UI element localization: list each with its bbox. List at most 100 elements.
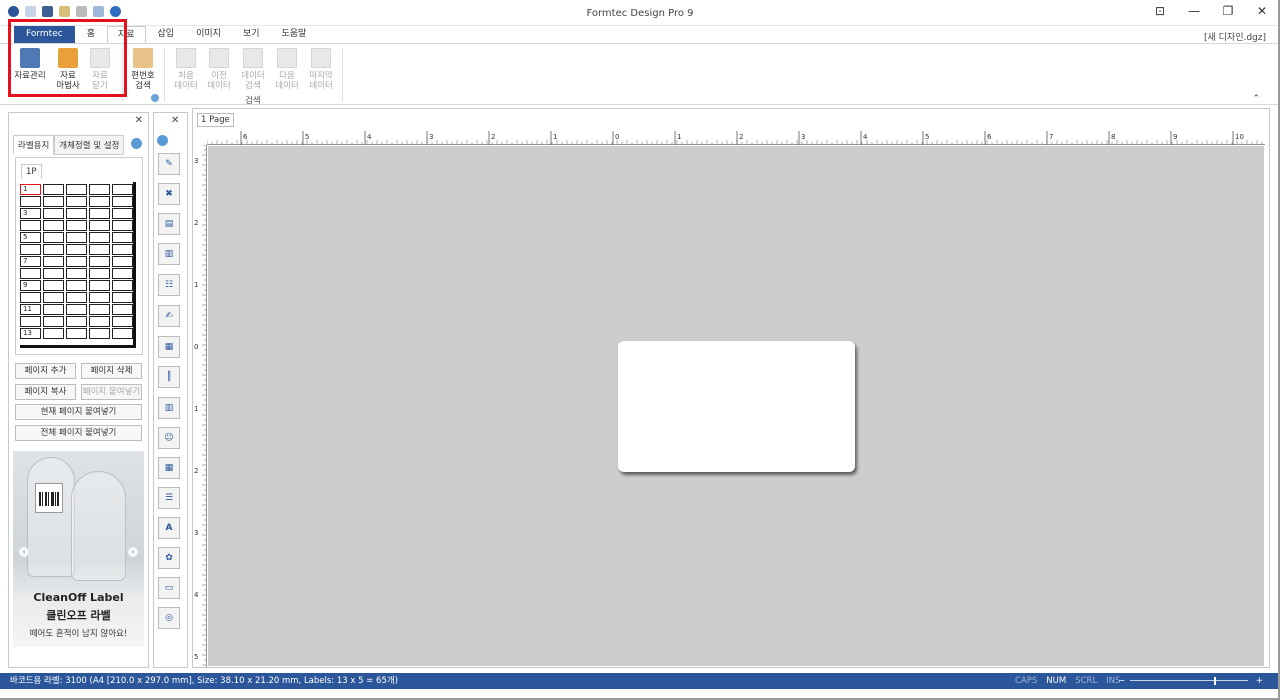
clipart-icon[interactable]: ✿: [158, 547, 180, 569]
tab-object-align[interactable]: 개체정렬 및 설정: [54, 135, 125, 155]
text-icon[interactable]: A: [158, 517, 180, 539]
label-cell[interactable]: 9: [20, 280, 41, 291]
serial-search-button[interactable]: 편번호 검색: [126, 48, 160, 91]
ad-banner[interactable]: ‹ › CleanOff Label 클린오프 라벨 떼어도 흔적이 남지 않아…: [13, 451, 144, 647]
ribbon-display-icon[interactable]: ⊡: [1152, 4, 1168, 18]
label-cell[interactable]: [66, 292, 87, 303]
copy-page-button[interactable]: 페이지 복사: [15, 384, 76, 400]
label-cell[interactable]: [89, 184, 110, 195]
label-cell[interactable]: [89, 316, 110, 327]
label-cell[interactable]: [43, 328, 64, 339]
page-tab[interactable]: 1 Page: [197, 113, 234, 127]
close-icon[interactable]: ✕: [135, 115, 143, 126]
close-button[interactable]: ✕: [1254, 4, 1270, 18]
label-cell[interactable]: [20, 196, 41, 207]
label-cell[interactable]: 5: [20, 232, 41, 243]
tab-image[interactable]: 이미지: [186, 26, 231, 43]
page-tag[interactable]: 1P: [21, 164, 42, 179]
user-image-icon[interactable]: ☺: [158, 427, 180, 449]
text-edit-icon[interactable]: ✍: [158, 305, 180, 327]
restore-button[interactable]: ❐: [1220, 4, 1236, 18]
label-cell[interactable]: 3: [20, 208, 41, 219]
label-cell[interactable]: [20, 220, 41, 231]
cd-label-icon[interactable]: ◎: [158, 607, 180, 629]
last-data-button[interactable]: 마지막 데이터: [304, 48, 338, 91]
label-cell[interactable]: [43, 280, 64, 291]
label-cell[interactable]: [66, 220, 87, 231]
label-cell[interactable]: [112, 292, 133, 303]
label-cell[interactable]: [43, 232, 64, 243]
label-cell[interactable]: [66, 244, 87, 255]
picture-icon[interactable]: ▭: [158, 577, 180, 599]
ad-prev-icon[interactable]: ‹: [19, 547, 29, 557]
label-cell[interactable]: [66, 304, 87, 315]
label-design-area[interactable]: [618, 341, 855, 472]
label-cell[interactable]: [66, 232, 87, 243]
tab-view[interactable]: 보기: [233, 26, 270, 43]
vertical-text-icon[interactable]: ▥: [158, 243, 180, 265]
label-cell[interactable]: [43, 220, 64, 231]
label-cell[interactable]: [43, 268, 64, 279]
zoom-out-icon[interactable]: −: [1118, 673, 1125, 689]
label-cell[interactable]: [43, 184, 64, 195]
label-cell[interactable]: [112, 280, 133, 291]
label-cell[interactable]: [89, 244, 110, 255]
barcode-2-icon[interactable]: ▥: [158, 397, 180, 419]
label-cell[interactable]: [112, 208, 133, 219]
add-page-button[interactable]: 페이지 추가: [15, 363, 76, 379]
select-tool-icon[interactable]: ✎: [158, 153, 180, 175]
label-cell[interactable]: [43, 244, 64, 255]
label-cell[interactable]: [66, 328, 87, 339]
paste-page-button[interactable]: 페이지 붙여넣기: [81, 384, 142, 400]
label-cell[interactable]: [66, 196, 87, 207]
label-cell[interactable]: [89, 280, 110, 291]
label-cell[interactable]: [89, 232, 110, 243]
minimize-button[interactable]: —: [1186, 4, 1202, 18]
delete-object-icon[interactable]: ✖: [158, 183, 180, 205]
label-cell[interactable]: [20, 244, 41, 255]
delete-page-button[interactable]: 페이지 삭제: [81, 363, 142, 379]
group-launcher-icon[interactable]: [151, 94, 159, 102]
label-cell[interactable]: [66, 208, 87, 219]
label-cell[interactable]: [89, 328, 110, 339]
label-cell[interactable]: [66, 184, 87, 195]
label-cell[interactable]: [112, 244, 133, 255]
label-cell[interactable]: [66, 256, 87, 267]
label-cell[interactable]: 7: [20, 256, 41, 267]
next-data-button[interactable]: 다음 데이터: [270, 48, 304, 91]
paste-all-pages-button[interactable]: 전체 페이지 붙여넣기: [15, 425, 142, 441]
label-cell[interactable]: [66, 316, 87, 327]
zoom-in-icon[interactable]: +: [1256, 673, 1263, 689]
label-cell[interactable]: [89, 196, 110, 207]
label-cell[interactable]: [112, 232, 133, 243]
label-cell[interactable]: [66, 268, 87, 279]
label-cell[interactable]: [89, 208, 110, 219]
tab-label-paper[interactable]: 라벨용지: [13, 135, 55, 155]
canvas[interactable]: [208, 146, 1264, 666]
label-cell[interactable]: [43, 292, 64, 303]
toolbar-info-icon[interactable]: [157, 135, 168, 146]
label-cell[interactable]: [112, 316, 133, 327]
label-cell[interactable]: [20, 268, 41, 279]
paste-current-page-button[interactable]: 현재 페이지 붙여넣기: [15, 404, 142, 420]
label-cell[interactable]: [89, 256, 110, 267]
tab-help[interactable]: 도움말: [272, 26, 317, 43]
data-search-button[interactable]: 데이터 검색: [236, 48, 270, 91]
panel-info-icon[interactable]: [131, 138, 142, 149]
zoom-thumb[interactable]: [1214, 677, 1216, 685]
label-cell[interactable]: 1: [20, 184, 41, 195]
zoom-slider[interactable]: − +: [1118, 673, 1263, 689]
label-cell[interactable]: [20, 292, 41, 303]
tab-insert[interactable]: 삽입: [148, 26, 185, 43]
label-cell[interactable]: [43, 304, 64, 315]
label-cell[interactable]: [43, 196, 64, 207]
label-cell[interactable]: [89, 220, 110, 231]
label-cell[interactable]: [20, 316, 41, 327]
label-cell[interactable]: 11: [20, 304, 41, 315]
text-block-icon[interactable]: ▤: [158, 213, 180, 235]
label-cell[interactable]: [112, 268, 133, 279]
label-cell[interactable]: [89, 304, 110, 315]
label-cell[interactable]: [112, 184, 133, 195]
label-cell[interactable]: [112, 304, 133, 315]
ad-next-icon[interactable]: ›: [128, 547, 138, 557]
